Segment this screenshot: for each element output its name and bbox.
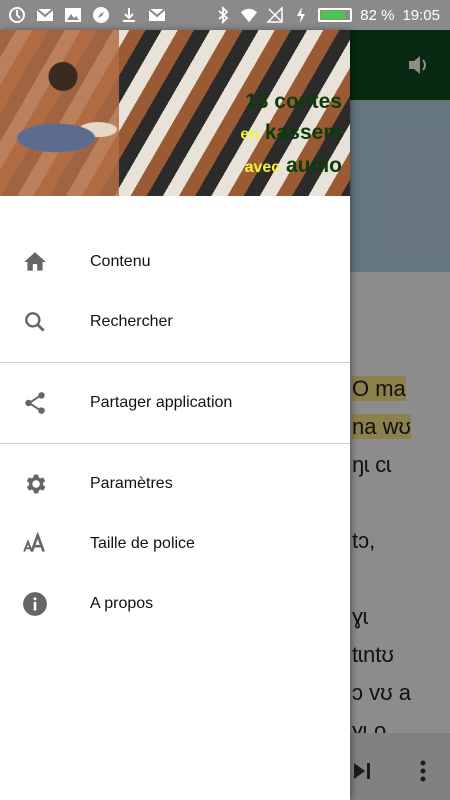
menu-item-partager[interactable]: Partager application bbox=[0, 373, 350, 433]
home-icon bbox=[22, 249, 48, 275]
menu-item-a-propos[interactable]: A propos bbox=[0, 574, 350, 634]
notification-icon bbox=[8, 6, 26, 24]
signal-icon bbox=[266, 6, 284, 24]
menu-item-rechercher[interactable]: Rechercher bbox=[0, 292, 350, 352]
drawer-menu: Partager application bbox=[0, 373, 350, 433]
drawer-menu: Contenu Rechercher bbox=[0, 232, 350, 352]
compass-icon bbox=[92, 6, 110, 24]
menu-item-parametres[interactable]: Paramètres bbox=[0, 454, 350, 514]
battery-icon bbox=[318, 8, 353, 22]
menu-divider bbox=[0, 443, 350, 444]
navigation-drawer: 13 contes en kassem avec audio Contenu R… bbox=[0, 30, 350, 800]
menu-item-label: Paramètres bbox=[90, 475, 173, 492]
title-text: kassem bbox=[264, 121, 342, 144]
title-text: en bbox=[240, 126, 260, 143]
menu-divider bbox=[0, 362, 350, 363]
settings-icon bbox=[22, 471, 48, 497]
charging-icon bbox=[292, 6, 310, 24]
drawer-header: 13 contes en kassem avec audio bbox=[0, 30, 350, 196]
font-size-icon bbox=[22, 531, 48, 557]
mail-icon bbox=[148, 6, 166, 24]
drawer-menu: Paramètres Taille de police A propos bbox=[0, 454, 350, 634]
menu-item-label: Rechercher bbox=[90, 313, 173, 330]
title-line-2: en kassem bbox=[240, 117, 342, 150]
battery-level: 82 % bbox=[360, 6, 395, 24]
title-line-1: 13 contes bbox=[240, 86, 342, 117]
image-icon bbox=[64, 6, 82, 24]
menu-item-label: Contenu bbox=[90, 253, 151, 270]
title-text: 13 contes bbox=[245, 90, 342, 113]
menu-item-label: A propos bbox=[90, 595, 154, 612]
wifi-icon bbox=[240, 6, 258, 24]
menu-item-contenu[interactable]: Contenu bbox=[0, 232, 350, 292]
title-text: avec bbox=[244, 159, 281, 176]
download-icon bbox=[120, 6, 138, 24]
status-bar: 82 % 19:05 bbox=[0, 0, 450, 30]
menu-item-label: Partager application bbox=[90, 394, 233, 411]
gmail-icon bbox=[36, 6, 54, 24]
bluetooth-icon bbox=[214, 6, 232, 24]
search-icon bbox=[22, 309, 48, 335]
share-icon bbox=[22, 390, 48, 416]
title-line-3: avec audio bbox=[240, 150, 342, 183]
menu-item-taille-police[interactable]: Taille de police bbox=[0, 514, 350, 574]
clock: 19:05 bbox=[402, 6, 440, 24]
info-icon bbox=[22, 591, 48, 617]
menu-item-label: Taille de police bbox=[90, 535, 195, 552]
title-text: audio bbox=[286, 154, 342, 177]
app-title: 13 contes en kassem avec audio bbox=[240, 86, 342, 183]
